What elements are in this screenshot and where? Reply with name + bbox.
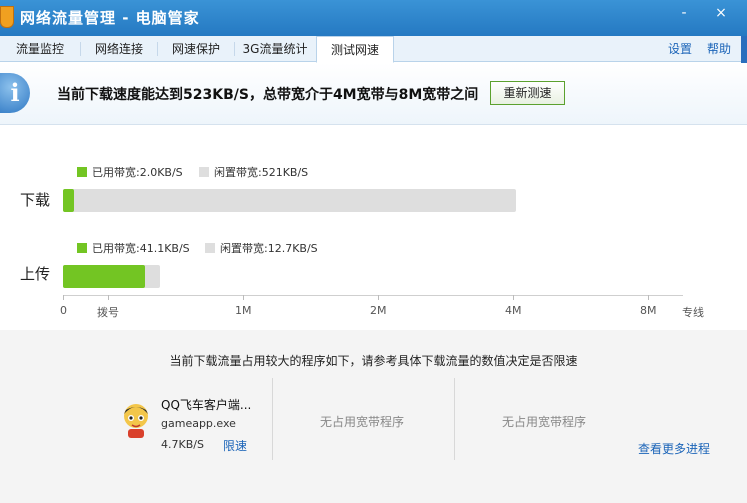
axis-label-leased-line: 专线 <box>682 306 704 319</box>
download-idle-label: 闲置带宽:521KB/S <box>214 166 309 179</box>
upload-row-label: 上传 <box>20 265 51 283</box>
axis-label-0: 0 <box>60 304 67 317</box>
app-shield-icon <box>0 6 14 28</box>
upload-used-label: 已用带宽:41.1KB/S <box>92 242 190 255</box>
tab-traffic-monitor[interactable]: 流量监控 <box>0 36 80 62</box>
upload-used-legend: 已用带宽:41.1KB/S <box>77 240 190 256</box>
tab-speed-protection[interactable]: 网速保护 <box>158 36 234 62</box>
axis-tick <box>378 295 379 300</box>
download-used-label: 已用带宽:2.0KB/S <box>92 166 183 179</box>
program-name: QQ飞车客户端... <box>161 398 252 412</box>
speed-result-text: 当前下载速度能达到523KB/S，总带宽介于4M宽带与8M宽带之间 <box>57 87 479 103</box>
idle-swatch <box>205 243 215 253</box>
download-row-label: 下载 <box>20 191 51 209</box>
axis-tick <box>648 295 649 300</box>
upload-idle-label: 闲置带宽:12.7KB/S <box>220 242 318 255</box>
retest-button[interactable]: 重新测速 <box>490 81 565 105</box>
axis-label-1m: 1M <box>235 304 252 317</box>
window-title: 网络流量管理 - 电脑管家 <box>20 9 200 27</box>
axis-label-dialup: 拨号 <box>97 306 119 319</box>
info-icon: i <box>0 73 30 113</box>
axis-label-8m: 8M <box>640 304 657 317</box>
upload-bar-used <box>63 265 146 288</box>
limit-speed-link[interactable]: 限速 <box>223 437 247 454</box>
download-used-legend: 已用带宽:2.0KB/S <box>77 164 183 180</box>
tab-network-connections[interactable]: 网络连接 <box>81 36 157 62</box>
settings-link[interactable]: 设置 <box>668 36 692 62</box>
tab-bar: 流量监控 网络连接 网速保护 3G流量统计 测试网速 设置 帮助 <box>0 36 747 63</box>
result-banner: i 当前下载速度能达到523KB/S，总带宽介于4M宽带与8M宽带之间 重新测速 <box>0 63 747 125</box>
program-exe: gameapp.exe <box>161 417 236 430</box>
empty-slot-text: 无占用宽带程序 <box>320 415 405 429</box>
speed-axis <box>63 295 683 296</box>
upload-idle-legend: 闲置带宽:12.7KB/S <box>205 240 318 256</box>
axis-tick <box>63 295 64 300</box>
tab-3g-traffic-stats[interactable]: 3G流量统计 <box>235 36 315 62</box>
download-bar-used <box>63 189 75 212</box>
axis-tick <box>513 295 514 300</box>
close-button[interactable]: × <box>710 4 732 22</box>
program-speed: 4.7KB/S <box>161 438 204 451</box>
help-link[interactable]: 帮助 <box>707 36 731 62</box>
axis-label-4m: 4M <box>505 304 522 317</box>
download-idle-legend: 闲置带宽:521KB/S <box>199 164 308 180</box>
download-bar-track <box>63 189 516 212</box>
top-programs-panel: 当前下载流量占用较大的程序如下，请参考具体下载流量的数值决定是否限速 QQ飞车客… <box>0 330 747 503</box>
axis-label-2m: 2M <box>370 304 387 317</box>
idle-swatch <box>199 167 209 177</box>
axis-tick <box>243 295 244 300</box>
view-more-processes-link[interactable]: 查看更多进程 <box>638 440 710 457</box>
used-swatch <box>77 167 87 177</box>
tab-speed-test[interactable]: 测试网速 <box>316 36 394 63</box>
column-divider <box>454 378 455 460</box>
axis-tick <box>108 295 109 300</box>
minimize-button[interactable]: - <box>673 4 695 22</box>
column-divider <box>272 378 273 460</box>
used-swatch <box>77 243 87 253</box>
bandwidth-chart: 已用带宽:2.0KB/S 闲置带宽:521KB/S 下载 已用带宽:41.1KB… <box>0 126 747 329</box>
empty-slot-text: 无占用宽带程序 <box>502 415 587 429</box>
title-bar: 网络流量管理 - 电脑管家 - × <box>0 0 747 36</box>
qq-speed-game-icon <box>124 404 148 438</box>
programs-heading: 当前下载流量占用较大的程序如下，请参考具体下载流量的数值决定是否限速 <box>169 354 578 368</box>
